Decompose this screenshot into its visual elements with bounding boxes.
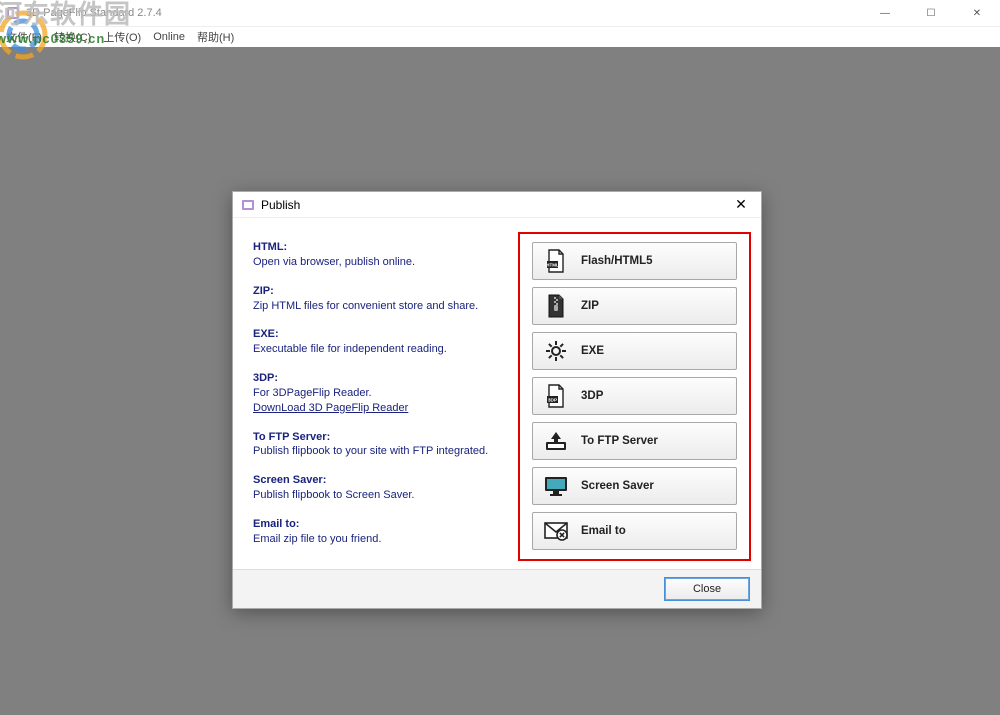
- publish-dialog: Publish ✕ HTML: Open via browser, publis…: [232, 191, 762, 609]
- dialog-close-button[interactable]: ✕: [721, 192, 761, 218]
- menu-help[interactable]: 帮助(H): [197, 29, 234, 45]
- minimize-button[interactable]: —: [862, 0, 908, 27]
- dialog-close-footer-button[interactable]: Close: [665, 578, 749, 600]
- dialog-title: Publish: [261, 198, 721, 212]
- desc-email-heading: Email to:: [253, 517, 506, 532]
- desc-email: Email to: Email zip file to you friend.: [253, 517, 506, 547]
- desc-html-text: Open via browser, publish online.: [253, 255, 506, 270]
- desc-ftp: To FTP Server: Publish flipbook to your …: [253, 430, 506, 460]
- dialog-body: HTML: Open via browser, publish online. …: [233, 218, 761, 569]
- desc-3dp-text: For 3DPageFlip Reader.: [253, 386, 506, 401]
- desc-exe-text: Executable file for independent reading.: [253, 342, 506, 357]
- window-controls: — ☐ ✕: [862, 0, 1000, 27]
- desc-exe: EXE: Executable file for independent rea…: [253, 327, 506, 357]
- app-icon: [6, 6, 20, 20]
- menu-option[interactable]: 上传(O): [103, 29, 141, 45]
- publish-3dp-button[interactable]: 3DP 3DP: [532, 377, 737, 415]
- desc-zip: ZIP: Zip HTML files for convenient store…: [253, 284, 506, 314]
- dialog-titlebar: Publish ✕: [233, 192, 761, 218]
- desc-3dp: 3DP: For 3DPageFlip Reader. DownLoad 3D …: [253, 371, 506, 416]
- dialog-footer: Close: [233, 569, 761, 608]
- publish-flash-html5-button[interactable]: HTML Flash/HTML5: [532, 242, 737, 280]
- desc-exe-heading: EXE:: [253, 327, 506, 342]
- desc-zip-heading: ZIP:: [253, 284, 506, 299]
- desc-ftp-text: Publish flipbook to your site with FTP i…: [253, 444, 506, 459]
- desc-html: HTML: Open via browser, publish online.: [253, 240, 506, 270]
- desc-zip-text: Zip HTML files for convenient store and …: [253, 299, 506, 314]
- menu-file[interactable]: 文件(F): [6, 29, 42, 45]
- publish-exe-label: EXE: [579, 345, 736, 357]
- main-content: Publish ✕ HTML: Open via browser, publis…: [0, 47, 1000, 715]
- menubar: 文件(F) 转换(C) 上传(O) Online 帮助(H): [0, 27, 1000, 47]
- publish-exe-button[interactable]: EXE: [532, 332, 737, 370]
- publish-buttons-column: HTML Flash/HTML5 ZIP EXE: [518, 232, 751, 561]
- publish-ss-label: Screen Saver: [579, 480, 736, 492]
- svg-text:HTML: HTML: [546, 263, 559, 268]
- desc-ftp-heading: To FTP Server:: [253, 430, 506, 445]
- html-file-icon: HTML: [533, 249, 579, 273]
- 3dp-file-icon: 3DP: [533, 384, 579, 408]
- publish-screensaver-button[interactable]: Screen Saver: [532, 467, 737, 505]
- svg-text:3DP: 3DP: [548, 398, 558, 404]
- main-titlebar: 3D PageFlip Standard 2.7.4 — ☐ ✕: [0, 0, 1000, 27]
- window-title: 3D PageFlip Standard 2.7.4: [26, 7, 862, 19]
- publish-zip-label: ZIP: [579, 300, 736, 312]
- publish-icon: [241, 198, 255, 212]
- desc-ss-text: Publish flipbook to Screen Saver.: [253, 488, 506, 503]
- zip-file-icon: [533, 294, 579, 318]
- menu-online[interactable]: Online: [153, 31, 185, 43]
- desc-email-text: Email zip file to you friend.: [253, 532, 506, 547]
- desc-html-heading: HTML:: [253, 240, 506, 255]
- description-column: HTML: Open via browser, publish online. …: [253, 232, 518, 561]
- publish-zip-button[interactable]: ZIP: [532, 287, 737, 325]
- mail-icon: [533, 521, 579, 541]
- publish-email-button[interactable]: Email to: [532, 512, 737, 550]
- desc-ss-heading: Screen Saver:: [253, 473, 506, 488]
- close-button[interactable]: ✕: [954, 0, 1000, 27]
- publish-ftp-label: To FTP Server: [579, 435, 736, 447]
- download-reader-link[interactable]: DownLoad 3D PageFlip Reader: [253, 402, 408, 414]
- publish-3dp-label: 3DP: [579, 390, 736, 402]
- main-window: 3D PageFlip Standard 2.7.4 — ☐ ✕ 文件(F) 转…: [0, 0, 1000, 715]
- gear-icon: [533, 339, 579, 363]
- monitor-icon: [533, 475, 579, 497]
- publish-email-label: Email to: [579, 525, 736, 537]
- desc-screensaver: Screen Saver: Publish flipbook to Screen…: [253, 473, 506, 503]
- publish-flash-label: Flash/HTML5: [579, 255, 736, 267]
- desc-3dp-heading: 3DP:: [253, 371, 506, 386]
- maximize-button[interactable]: ☐: [908, 0, 954, 27]
- menu-convert[interactable]: 转换(C): [54, 29, 91, 45]
- upload-icon: [533, 430, 579, 452]
- publish-ftp-button[interactable]: To FTP Server: [532, 422, 737, 460]
